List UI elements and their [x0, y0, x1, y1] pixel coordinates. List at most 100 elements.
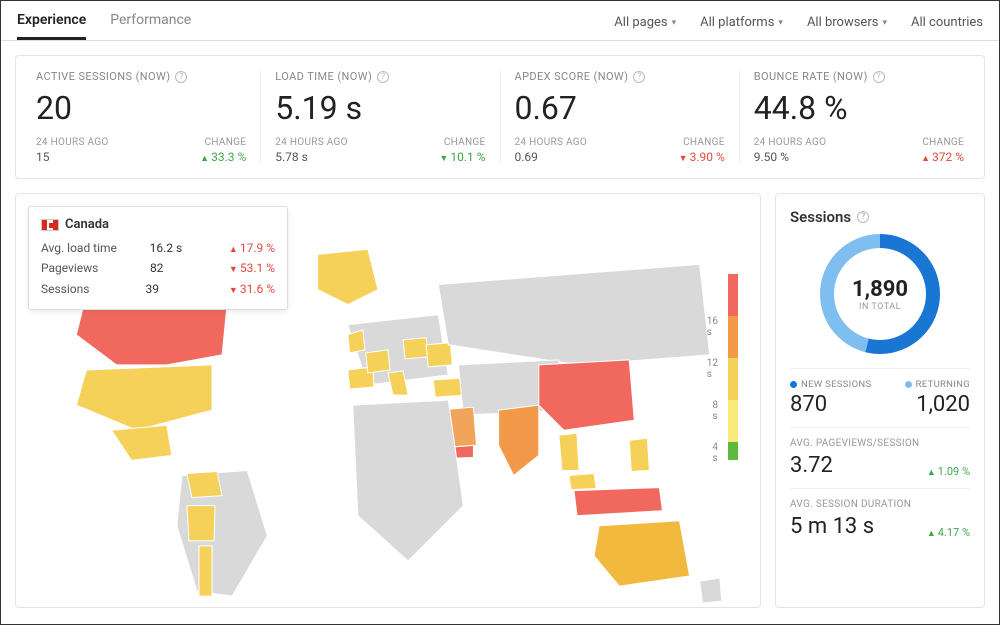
chevron-down-icon: ▾ — [672, 18, 677, 28]
kpi-value: 44.8 % — [754, 89, 964, 127]
map-tooltip: Canada Avg. load time16.2 s▲17.9 % Pagev… — [28, 206, 288, 310]
country-india — [499, 405, 539, 475]
country-china — [539, 360, 635, 430]
help-icon[interactable]: ? — [873, 71, 885, 83]
dot-icon — [905, 381, 912, 388]
sessions-total-label: IN TOTAL — [859, 302, 901, 312]
kpi-change-value: 10.1 % — [450, 150, 485, 164]
avg-duration: AVG. SESSION DURATION 5 m 13 s ▲4.17 % — [790, 488, 970, 549]
sessions-new: NEW SESSIONS 870 — [790, 379, 880, 417]
kpi-change-label: CHANGE — [921, 137, 964, 148]
tt-change: ▲17.9 % — [215, 238, 275, 258]
split-label: RETURNING — [916, 379, 970, 390]
country-malaysia — [569, 473, 596, 489]
tab-experience[interactable]: Experience — [17, 2, 86, 40]
help-icon[interactable]: ? — [175, 71, 187, 83]
dot-icon — [790, 381, 797, 388]
triangle-down-icon: ▼ — [229, 286, 238, 296]
legend-tick: 16 s — [707, 316, 718, 338]
filter-browsers-label: All browsers — [807, 15, 879, 30]
kpi-ago-label: 24 HOURS AGO — [36, 137, 109, 148]
agg-label: AVG. PAGEVIEWS/SESSION — [790, 438, 970, 449]
top-bar: Experience Performance All pages ▾ All pl… — [1, 1, 999, 41]
split-value: 1,020 — [880, 392, 970, 417]
tt-value: 82 — [150, 258, 164, 278]
kpi-change-label: CHANGE — [679, 137, 725, 148]
kpi-change-value: 372 % — [932, 150, 964, 164]
agg-change: ▲4.17 % — [927, 526, 970, 539]
kpi-apdex: APDEX SCORE (NOW)? 0.67 24 HOURS AGO 0.69… — [501, 70, 740, 164]
tt-change: ▼31.6 % — [215, 279, 275, 299]
triangle-down-icon: ▼ — [229, 265, 238, 275]
help-icon[interactable]: ? — [377, 71, 389, 83]
kpi-load-time: LOAD TIME (NOW)? 5.19 s 24 HOURS AGO5.78… — [261, 70, 500, 164]
sessions-title: Sessions — [790, 208, 851, 226]
kpi-bounce: BOUNCE RATE (NOW)? 44.8 % 24 HOURS AGO9.… — [740, 70, 978, 164]
legend-tick: 4 s — [712, 442, 718, 464]
split-value: 870 — [790, 392, 880, 417]
tt-label: Avg. load time — [41, 238, 117, 258]
country-philippines — [629, 438, 649, 471]
donut-center: 1,890 IN TOTAL — [834, 248, 926, 340]
country-poland — [403, 338, 428, 359]
kpi-change-value: 33.3 % — [211, 150, 246, 164]
kpi-ago-value: 0.69 — [515, 150, 588, 164]
country-indonesia — [574, 488, 662, 516]
filter-pages-label: All pages — [614, 15, 667, 30]
sessions-total: 1,890 — [852, 277, 908, 302]
world-map-card: Canada Avg. load time16.2 s▲17.9 % Pagev… — [15, 193, 761, 608]
sessions-returning: RETURNING 1,020 — [880, 379, 970, 417]
tt-label: Sessions — [41, 279, 89, 299]
tt-change: ▼53.1 % — [215, 258, 275, 278]
country-africa — [353, 400, 464, 561]
kpi-title: LOAD TIME (NOW) — [275, 70, 372, 83]
filter-browsers[interactable]: All browsers▾ — [807, 15, 887, 30]
triangle-up-icon: ▲ — [229, 245, 238, 255]
kpi-change: ▼3.90 % — [679, 150, 725, 164]
tooltip-country: Canada — [65, 217, 109, 232]
country-nz — [700, 578, 722, 603]
legend-tick: 12 s — [707, 358, 718, 380]
main-content: Canada Avg. load time16.2 s▲17.9 % Pagev… — [15, 193, 985, 608]
country-ukraine — [426, 343, 452, 367]
kpi-title: APDEX SCORE (NOW) — [515, 70, 629, 83]
kpi-ago-label: 24 HOURS AGO — [515, 137, 588, 148]
agg-label: AVG. SESSION DURATION — [790, 499, 970, 510]
avg-pageviews: AVG. PAGEVIEWS/SESSION 3.72▲1.09 % — [790, 427, 970, 488]
filter-platforms[interactable]: All platforms ▾ — [700, 15, 783, 30]
country-mexico — [112, 425, 172, 460]
filter-pages[interactable]: All pages ▾ — [614, 15, 676, 30]
kpi-ago-label: 24 HOURS AGO — [275, 137, 348, 148]
kpi-value: 0.67 — [515, 89, 725, 127]
kpi-change: ▼10.1 % — [439, 150, 485, 164]
kpi-change-label: CHANGE — [439, 137, 485, 148]
filter-platforms-label: All platforms — [700, 15, 774, 30]
chevron-down-icon: ▾ — [778, 18, 783, 28]
kpi-row: ACTIVE SESSIONS (NOW)? 20 24 HOURS AGO15… — [15, 55, 985, 179]
agg-value: 5 m 13 s — [790, 514, 874, 539]
filter-countries[interactable]: All countries — [911, 15, 983, 30]
kpi-value: 5.19 s — [275, 89, 485, 127]
tab-list: Experience Performance — [17, 2, 191, 40]
kpi-change-value: 3.90 % — [690, 150, 725, 164]
chevron-down-icon: ▾ — [882, 18, 887, 28]
country-usa — [76, 365, 212, 430]
triangle-up-icon: ▲ — [927, 529, 936, 539]
kpi-ago-value: 15 — [36, 150, 109, 164]
triangle-down-icon: ▼ — [439, 154, 448, 164]
sessions-donut[interactable]: 1,890 IN TOTAL — [820, 234, 940, 354]
triangle-up-icon: ▲ — [921, 154, 930, 164]
help-icon[interactable]: ? — [633, 71, 645, 83]
flag-canada-icon — [41, 219, 59, 231]
country-chile — [199, 546, 212, 596]
help-icon[interactable]: ? — [857, 211, 869, 223]
agg-change: ▲1.09 % — [927, 465, 970, 478]
country-france — [366, 350, 390, 373]
kpi-title: BOUNCE RATE (NOW) — [754, 70, 868, 83]
country-peru — [187, 506, 215, 541]
country-colombia — [187, 471, 222, 497]
tab-performance[interactable]: Performance — [110, 2, 191, 40]
tt-label: Pageviews — [41, 258, 98, 278]
legend-tick: 8 s — [712, 400, 718, 422]
country-russia — [438, 264, 709, 365]
